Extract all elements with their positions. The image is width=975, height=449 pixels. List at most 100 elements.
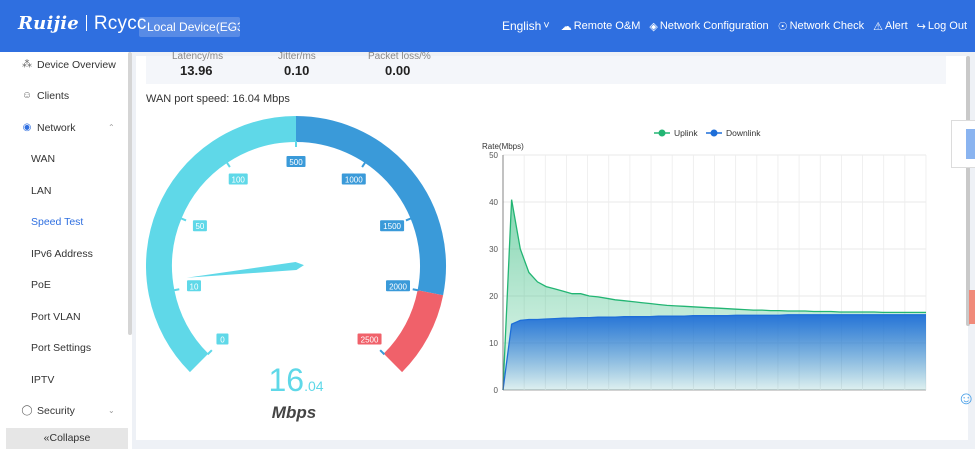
brand-name: Ruijie [18, 13, 79, 34]
legend-uplink[interactable]: Uplink [654, 128, 698, 138]
cloud-icon: ☁ [560, 20, 572, 33]
network-check-icon: ☉ [777, 20, 788, 33]
remote-om-label: Remote O&M [573, 20, 641, 32]
packet-loss-value: 0.00 [385, 63, 411, 78]
gauge-tick-label: 2500 [357, 333, 382, 345]
network-check-label: Network Check [789, 20, 865, 32]
sidebar-item-label: IPv6 Address [31, 248, 93, 260]
gauge-tick-label: 1500 [380, 220, 405, 232]
brand-logo[interactable]: Ruijie Rcycc [18, 13, 147, 35]
speed-gauge: 0 10 50 100 500 1000 1500 2000 2500 16.0… [146, 116, 446, 422]
sidebar-item-label: Port VLAN [31, 311, 81, 323]
chevron-up-icon: ⌃ [108, 123, 115, 132]
sidebar-item-speed-test[interactable]: Speed Test [0, 208, 128, 236]
gauge-tick-text: 0 [220, 336, 225, 345]
y-tick-label: 50 [489, 151, 498, 160]
gauge-unit: Mbps [272, 403, 316, 422]
sidebar-item-iptv[interactable]: IPTV [0, 366, 128, 394]
gauge-tick [405, 217, 412, 222]
sidebar-item-label: IPTV [31, 374, 55, 386]
sidebar-item-port-vlan[interactable]: Port VLAN [0, 303, 128, 331]
network-check-button[interactable]: ☉ Network Check [778, 20, 864, 33]
sidebar-item-label: WAN [31, 153, 56, 165]
sidebar-item-device-overview[interactable]: ⁂ Device Overview [0, 52, 128, 79]
device-select-value: Local Device(EG3 [147, 20, 240, 34]
rate-chart: Uplink Downlink Rate(Mbps) 0 10 20 30 40… [482, 128, 927, 395]
sidebar-item-network[interactable]: ◉ Network ⌃ [0, 114, 128, 142]
gauge-tick-label: 0 [216, 333, 229, 345]
sidebar-item-label: Network [37, 122, 76, 134]
remote-om-button[interactable]: ☁ Remote O&M [561, 20, 641, 33]
sidebar-item-security[interactable]: ◯ Security ⌄ [0, 397, 128, 425]
sidebar-scrollbar[interactable] [128, 52, 132, 335]
gauge-value-int: 16 [268, 362, 304, 398]
packet-loss-label: Packet loss/% [368, 51, 431, 62]
collapse-label: Collapse [49, 432, 91, 444]
gauge-tick [361, 161, 367, 168]
gauge-tick-label: 50 [192, 220, 207, 232]
sidebar-item-label: Security [37, 405, 75, 417]
sidebar-item-poe[interactable]: PoE [0, 271, 128, 299]
sidebar-item-wan[interactable]: WAN [0, 145, 128, 173]
logout-label: Log Out [927, 20, 967, 32]
device-select[interactable]: Local Device(EG3 ⌵ [139, 17, 240, 37]
top-nav: English ˅ ☁ Remote O&M ◈ Network Configu… [493, 0, 967, 52]
gauge-tick-text: 2500 [361, 336, 379, 345]
network-configuration-button[interactable]: ◈ Network Configuration [649, 20, 768, 33]
latency-value: 13.96 [180, 63, 213, 78]
chevron-down-icon: ˅ [543, 20, 550, 32]
legend-downlink-label: Downlink [726, 128, 761, 138]
language-select[interactable]: English ˅ [502, 19, 552, 33]
gauge-tick-text: 1000 [345, 176, 363, 185]
jitter-value: 0.10 [284, 63, 310, 78]
y-tick-label: 10 [489, 339, 498, 348]
sidebar-item-label: Clients [37, 90, 70, 102]
gauge-tick [180, 217, 187, 222]
y-tick-label: 40 [489, 198, 498, 207]
sidebar-item-clients[interactable]: ☺ Clients [0, 82, 128, 110]
user-icon: ☺ [21, 90, 33, 101]
sidebar-item-label: PoE [31, 279, 51, 291]
sidebar-item-ipv6-address[interactable]: IPv6 Address [0, 240, 128, 268]
gauge-tick-text: 50 [195, 222, 204, 231]
gauge-value-dec: .04 [304, 378, 324, 394]
side-badge[interactable] [969, 290, 975, 324]
sidebar-item-lan[interactable]: LAN [0, 177, 128, 205]
network-icon: ◈ [649, 20, 658, 33]
gauge-tick-label: 2000 [386, 280, 411, 292]
side-widget[interactable] [951, 120, 975, 168]
network-configuration-label: Network Configuration [659, 20, 769, 32]
gauge-arc-danger [383, 289, 444, 373]
jitter-label: Jitter/ms [278, 51, 316, 62]
chevron-down-icon: ⌄ [108, 406, 115, 415]
logo-divider [85, 15, 87, 31]
globe-icon: ◉ [22, 122, 32, 133]
speed-test-panel: Latency/ms 13.96 Jitter/ms 0.10 Packet l… [136, 51, 968, 440]
y-tick-label: 0 [494, 386, 499, 395]
gauge-tick-text: 10 [190, 282, 199, 291]
gauge-tick-text: 500 [289, 158, 303, 167]
sidebar-item-label: LAN [31, 185, 52, 197]
gauge-tick-label: 10 [186, 280, 201, 292]
chevron-down-icon: ⌵ [227, 22, 234, 32]
legend-downlink[interactable]: Downlink [706, 128, 761, 138]
legend-uplink-label: Uplink [674, 128, 698, 138]
gauge-tick-label: 100 [228, 173, 248, 185]
y-tick-label: 20 [489, 292, 498, 301]
y-axis-label: Rate(Mbps) [482, 142, 524, 151]
collapse-button[interactable]: «Collapse [6, 428, 128, 449]
page-scrollbar[interactable] [966, 56, 970, 326]
language-label: English [501, 19, 542, 33]
gauge-tick-text: 1500 [383, 222, 401, 231]
shield-icon: ◯ [21, 405, 33, 416]
gauge-tick [206, 349, 213, 356]
alert-label: Alert [885, 20, 908, 32]
sidebar-item-label: Port Settings [31, 342, 92, 354]
help-icon[interactable]: ☺ [957, 388, 975, 409]
alert-button[interactable]: ⚠ Alert [873, 20, 908, 33]
sidebar-item-label: Device Overview [37, 59, 116, 71]
logout-button[interactable]: ↪ Log Out [917, 20, 967, 33]
gauge-tick [225, 161, 231, 168]
y-tick-label: 30 [489, 245, 498, 254]
sidebar-item-port-settings[interactable]: Port Settings [0, 334, 128, 362]
